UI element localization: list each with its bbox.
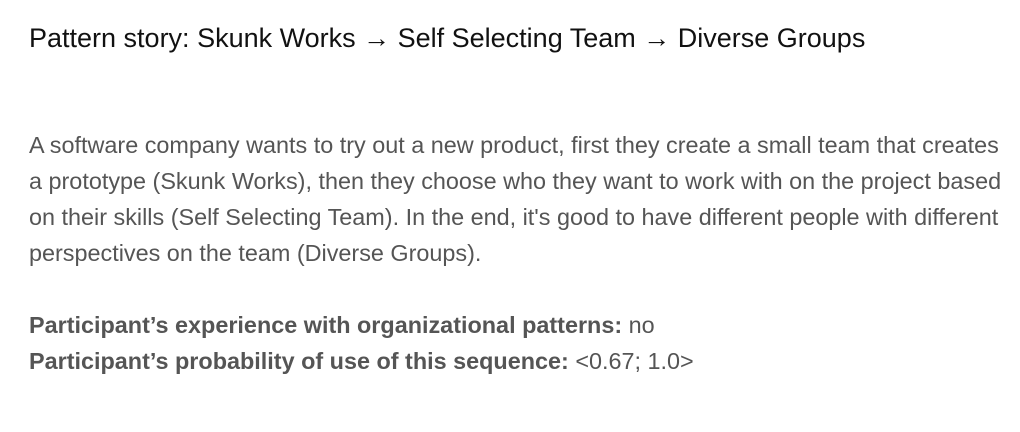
story-paragraph: A software company wants to try out a ne… xyxy=(29,132,1002,266)
probability-label: Participant’s probability of use of this… xyxy=(29,348,569,374)
experience-row: Participant’s experience with organizati… xyxy=(29,307,694,343)
probability-row: Participant’s probability of use of this… xyxy=(29,343,694,379)
participant-info: Participant’s experience with organizati… xyxy=(29,307,694,379)
page-title: Pattern story: Skunk Works → Self Select… xyxy=(29,23,866,53)
experience-label: Participant’s experience with organizati… xyxy=(29,312,623,338)
experience-value: no xyxy=(628,312,655,338)
probability-value: <0.67; 1.0> xyxy=(575,348,694,374)
